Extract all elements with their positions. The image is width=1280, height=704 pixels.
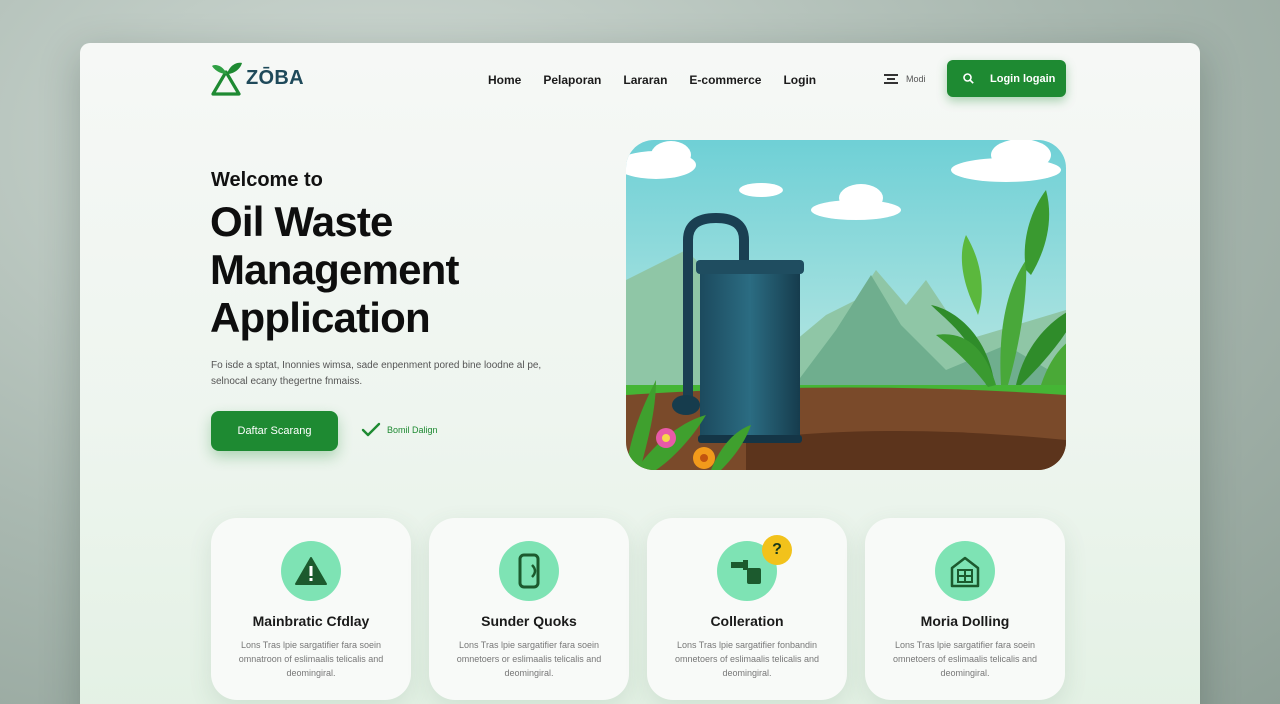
feature-card[interactable]: ? Colleration Lons Tras lpie sargatifier… <box>647 518 847 700</box>
search-icon <box>963 73 974 84</box>
nav-lararan[interactable]: Lararan <box>623 73 667 87</box>
language-switcher[interactable]: Modi <box>884 73 926 85</box>
hero-title-line: Oil Waste <box>210 198 393 245</box>
phone-icon <box>499 541 559 601</box>
brand-logo[interactable]: ZŌBA <box>210 60 304 96</box>
feature-card[interactable]: Mainbratic Cfdlay Lons Tras lpie sargati… <box>211 518 411 700</box>
warning-icon <box>281 541 341 601</box>
hero-illustration <box>626 140 1066 470</box>
nav-ecommerce[interactable]: E-commerce <box>689 73 761 87</box>
feature-card-title: Colleration <box>710 613 784 629</box>
language-label: Modi <box>906 74 926 84</box>
feature-card-title: Mainbratic Cfdlay <box>252 613 370 629</box>
main-nav: Home Pelaporan Lararan E-commerce Login <box>488 73 816 87</box>
hero-title-line: Application <box>210 294 431 341</box>
hero-title-line: Management <box>210 246 460 293</box>
translate-icon <box>884 74 898 84</box>
brand-name: ZŌBA <box>246 66 304 89</box>
feature-card[interactable]: Sunder Quoks Lons Tras lpie sargatifier … <box>429 518 629 700</box>
nav-login[interactable]: Login <box>783 73 816 87</box>
login-button-label: Login logain <box>990 72 1056 85</box>
house-icon <box>935 541 995 601</box>
feature-card-title: Moria Dolling <box>920 613 1010 629</box>
hero-welcome: Welcome to <box>211 169 323 191</box>
app-window: ZŌBA Home Pelaporan Lararan E-commerce L… <box>80 43 1200 704</box>
daftar-sekarang-button[interactable]: Daftar Scarang <box>211 411 338 451</box>
hero-description: Fo isde a sptat, Inonnies wimsa, sade en… <box>211 360 542 387</box>
leaf-logo-icon <box>211 62 242 96</box>
secondary-link[interactable]: Bomil Dalign <box>361 422 438 438</box>
login-button[interactable]: Login logain <box>947 60 1066 97</box>
feature-card-description: Lons Tras lpie sargatifier fara soein om… <box>892 640 1038 678</box>
feature-card[interactable]: Moria Dolling Lons Tras lpie sargatifier… <box>865 518 1065 700</box>
hero-title: Oil Waste Management Application <box>210 198 460 342</box>
help-badge-icon: ? <box>762 535 792 565</box>
nav-pelaporan[interactable]: Pelaporan <box>543 73 601 87</box>
check-icon <box>361 422 381 437</box>
feature-card-description: Lons Tras lpie sargatifier fara soein om… <box>456 640 602 678</box>
feature-card-description: Lons Tras lpie sargatifier fonbandin omn… <box>674 640 820 678</box>
feature-card-description: Lons Tras lpie sargatifier fara soein om… <box>238 640 384 678</box>
secondary-link-label: Bomil Dalign <box>387 425 438 435</box>
nav-home[interactable]: Home <box>488 73 521 87</box>
feature-card-title: Sunder Quoks <box>481 613 577 629</box>
